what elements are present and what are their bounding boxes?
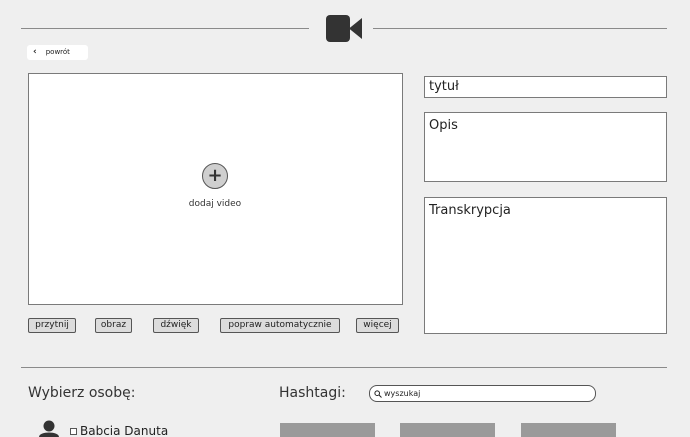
description-field[interactable]: Opis	[424, 112, 667, 182]
video-camera-icon	[326, 15, 362, 42]
chevron-left-icon: ‹	[33, 47, 37, 57]
hashtag-search-input[interactable]: wyszukaj	[369, 385, 596, 402]
person-icon	[39, 420, 59, 437]
trim-button[interactable]: przytnij	[28, 318, 76, 333]
back-button-label: powrót	[45, 48, 70, 56]
title-field[interactable]: tytuł	[424, 76, 667, 98]
search-icon	[374, 389, 382, 398]
person-name: Babcia Danuta	[80, 424, 169, 437]
transcription-field[interactable]: Transkrypcja	[424, 197, 667, 334]
people-heading: Wybierz osobę:	[28, 385, 136, 401]
hashtags-heading: Hashtagi:	[279, 385, 346, 401]
header-divider-right	[373, 28, 667, 29]
add-video-label: dodaj video	[188, 199, 242, 209]
auto-fix-button[interactable]: popraw automatycznie	[220, 318, 340, 333]
more-button[interactable]: więcej	[356, 318, 399, 333]
title-field-text: tytuł	[429, 79, 459, 94]
person-item[interactable]: Babcia Danuta	[70, 424, 168, 437]
section-divider	[21, 367, 667, 368]
plus-icon: +	[207, 165, 223, 186]
hashtag-tile[interactable]	[400, 423, 495, 437]
hashtag-tile[interactable]	[521, 423, 616, 437]
hashtag-tile[interactable]	[280, 423, 375, 437]
search-placeholder: wyszukaj	[384, 389, 421, 398]
header-divider-left	[21, 28, 309, 29]
back-button[interactable]: ‹ powrót	[27, 45, 88, 60]
person-checkbox[interactable]	[70, 427, 77, 435]
sound-button[interactable]: dźwięk	[153, 318, 199, 333]
add-video-button[interactable]: +	[202, 163, 228, 189]
image-button[interactable]: obraz	[95, 318, 132, 333]
transcription-field-text: Transkrypcja	[429, 203, 511, 218]
description-field-text: Opis	[429, 118, 458, 133]
video-dropzone[interactable]	[28, 73, 403, 305]
